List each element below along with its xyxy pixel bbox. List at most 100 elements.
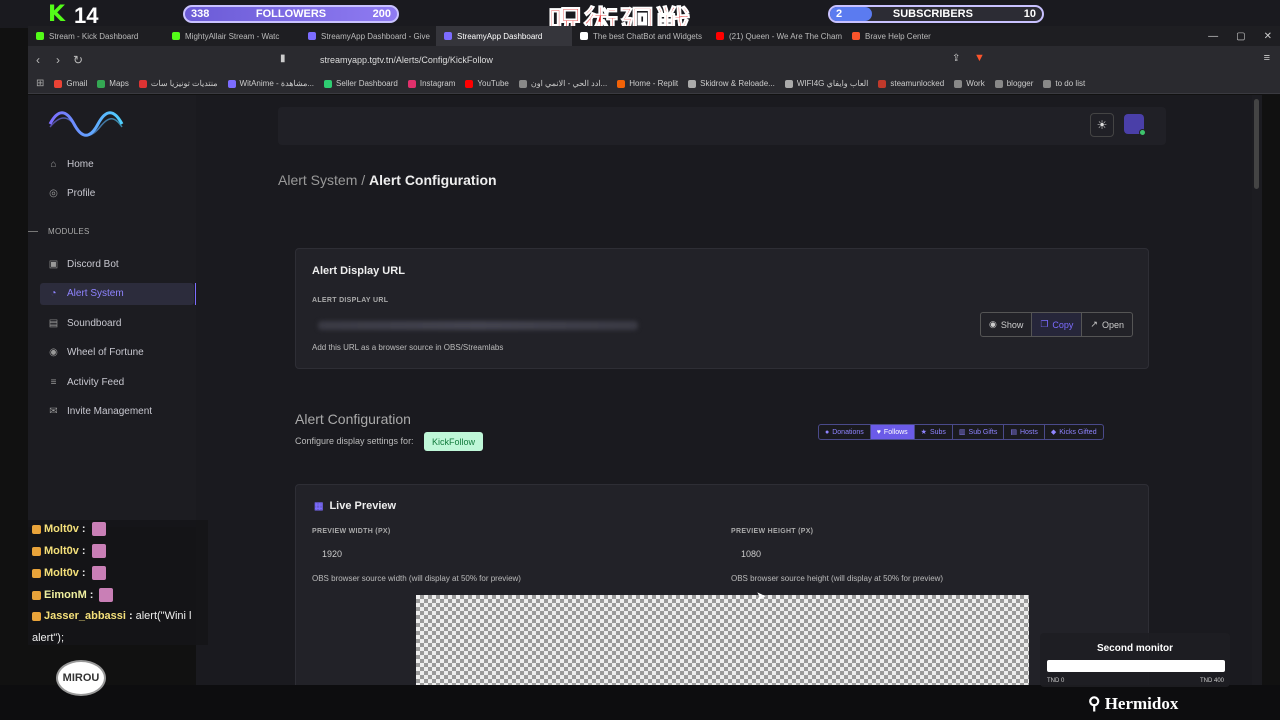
bookmark-favicon-icon (617, 79, 626, 88)
bookmark-item[interactable]: ادد الحي - الانمي اون... (518, 79, 608, 88)
sidebar-item-label: Home (67, 158, 94, 170)
bell-icon: ◔ (50, 288, 57, 299)
breadcrumb: Alert System / Alert Configuration (278, 172, 497, 188)
sidebar-item-activity-feed[interactable]: ≡ Activity Feed (40, 371, 194, 393)
window-controls: — ▢ ✕ (1208, 26, 1272, 46)
chat-username: EimonM (44, 589, 87, 601)
preview-canvas (416, 595, 1029, 685)
discord-icon: ▣ (48, 258, 59, 270)
chat-username: Molt0v (44, 545, 79, 557)
display-url-title: Alert Display URL (312, 265, 405, 277)
sidebar-item-alert-system[interactable]: ◔ Alert System (40, 282, 197, 305)
chat-separator: : (89, 589, 94, 601)
browser-tab[interactable]: (21) Queen - We Are The Cham (708, 26, 844, 46)
display-url-field[interactable] (318, 321, 638, 330)
back-icon[interactable]: ‹ (28, 53, 48, 67)
stream-chat-overlay: Molt0v: Molt0v: Molt0v: EimonM: Jasser_abbas… (28, 520, 208, 645)
bookmark-favicon-icon (1043, 79, 1052, 88)
bookmark-favicon-icon (227, 79, 236, 88)
apps-grid-icon[interactable]: ⊞ (36, 78, 44, 89)
tab-follows[interactable]: ♥ Follows (870, 425, 915, 439)
browser-tab[interactable]: The best ChatBot and Widgets (572, 26, 708, 46)
display-url-help: Add this URL as a browser source in OBS/… (312, 343, 504, 352)
bookmark-item[interactable]: Instagram (407, 79, 455, 88)
bookmark-item[interactable]: YouTube (465, 79, 509, 88)
bookmark-item[interactable]: steamunlocked (878, 79, 944, 88)
bookmark-item[interactable]: Maps (97, 79, 129, 88)
bookmark-favicon-icon (138, 79, 147, 88)
sidebar-item-label: Profile (67, 188, 96, 199)
bookmark-item[interactable]: منتديات تونيزيا سات (138, 79, 218, 88)
breadcrumb-parent[interactable]: Alert System / (278, 172, 365, 188)
bookmark-item[interactable]: WitAnime - مشاهدة... (227, 79, 314, 88)
share-icon[interactable]: ⇪ (952, 53, 960, 64)
browser-tab[interactable]: MightyAllair Stream - Watc (164, 26, 300, 46)
user-avatar[interactable] (1124, 114, 1146, 136)
bookmark-item[interactable]: Gmail (54, 79, 87, 88)
live-preview-title-row: ▦ Live Preview (314, 500, 396, 512)
hermidox-icon: ⚲ (1088, 694, 1101, 713)
scrollbar-thumb[interactable] (1254, 99, 1259, 189)
bookmark-label: Skidrow & Reloade... (700, 79, 775, 88)
copy-url-button[interactable]: ❐ Copy (1032, 313, 1083, 336)
browser-tab[interactable]: StreamyApp Dashboard (436, 26, 572, 46)
chat-text: alert"); (32, 632, 65, 644)
bookmark-item[interactable]: Work (954, 79, 985, 88)
subscribers-label: SUBSCRIBERS (892, 8, 973, 20)
tab-favicon-icon (852, 32, 860, 40)
reload-icon[interactable]: ↻ (68, 53, 88, 67)
tab-sub-gifts[interactable]: ▥ Sub Gifts (953, 425, 1005, 439)
bookmark-item[interactable]: WIFI4G العاب وايفاي (784, 79, 868, 88)
bookmark-item[interactable]: Home - Replit (617, 79, 678, 88)
chat-separator: : (81, 567, 86, 579)
chat-badge-icon (32, 590, 41, 600)
live-preview-title: Live Preview (329, 500, 397, 512)
forward-icon[interactable]: › (48, 53, 68, 67)
alert-type-label: Sub Gifts (968, 428, 998, 436)
sidebar-item-profile[interactable]: ◎ Profile (40, 183, 194, 205)
streamyapp-logo-icon[interactable] (48, 107, 124, 141)
sidebar-item-soundboard[interactable]: ▤ Soundboard (40, 312, 194, 334)
online-status-dot (1139, 129, 1146, 136)
tab-hosts[interactable]: ▤ Hosts (1004, 425, 1045, 439)
bookmark-item[interactable]: Seller Dashboard (324, 79, 398, 88)
bookmark-item[interactable]: Skidrow & Reloade... (688, 79, 775, 88)
sidebar-item-invite-management[interactable]: ✉ Invite Management (40, 401, 194, 423)
sidebar-item-discord-bot[interactable]: ▣ Discord Bot (40, 253, 194, 275)
tab-kicks-gifted[interactable]: ◆ Kicks Gifted (1045, 425, 1103, 439)
bookmark-label: steamunlocked (890, 79, 945, 88)
maximize-icon[interactable]: ▢ (1236, 31, 1245, 42)
show-url-button[interactable]: ◉ Show (981, 313, 1033, 336)
open-url-button[interactable]: ↗ Open (1082, 313, 1132, 336)
brave-shield-icon[interactable]: ▼ (974, 52, 985, 64)
bookmark-item[interactable]: to do list (1043, 79, 1085, 88)
modules-section-label: MODULES (28, 227, 90, 236)
theme-toggle-button[interactable]: ☀ (1090, 113, 1114, 137)
menu-icon[interactable]: ≡ (1264, 52, 1270, 64)
bookmark-item[interactable]: blogger (994, 79, 1033, 88)
preview-height-label: PREVIEW HEIGHT (PX) (731, 528, 814, 535)
chat-message: Molt0v: (32, 566, 106, 580)
address-bar-row: ‹ › ↻ ▮ streamyapp.tgtv.tn/Alerts/Config… (28, 46, 1280, 74)
url-input[interactable]: streamyapp.tgtv.tn/Alerts/Config/KickFol… (320, 55, 493, 65)
sidebar-item-home[interactable]: ⌂ Home (40, 153, 194, 175)
mouse-cursor-icon: ➤ (756, 589, 767, 603)
preview-width-input[interactable]: 1920 (322, 549, 342, 559)
bookmark-icon[interactable]: ▮ (280, 53, 286, 64)
tab-subs[interactable]: ★ Subs (915, 425, 953, 439)
browser-tab[interactable]: Stream - Kick Dashboard (28, 26, 164, 46)
bookmark-label: ادد الحي - الانمي اون... (530, 79, 608, 88)
browser-tab[interactable]: StreamyApp Dashboard - Give (300, 26, 436, 46)
sidebar-item-wheel-of-fortune[interactable]: ◉ Wheel of Fortune (40, 342, 194, 364)
preview-height-input[interactable]: 1080 (741, 549, 761, 559)
page-scrollbar[interactable] (1252, 95, 1262, 685)
close-window-icon[interactable]: ✕ (1264, 31, 1272, 42)
browser-tab[interactable]: Brave Help Center (844, 26, 980, 46)
monitor-goal-max: TND 400 (1199, 678, 1224, 684)
tab-donations[interactable]: ● Donations (819, 425, 871, 439)
chat-username: Jasser_abbassi (44, 610, 126, 622)
preview-width-help: OBS browser source width (will display a… (312, 574, 521, 583)
minimize-icon[interactable]: — (1208, 31, 1218, 42)
chat-username: Molt0v (44, 567, 79, 579)
tab-favicon-icon (580, 32, 588, 40)
